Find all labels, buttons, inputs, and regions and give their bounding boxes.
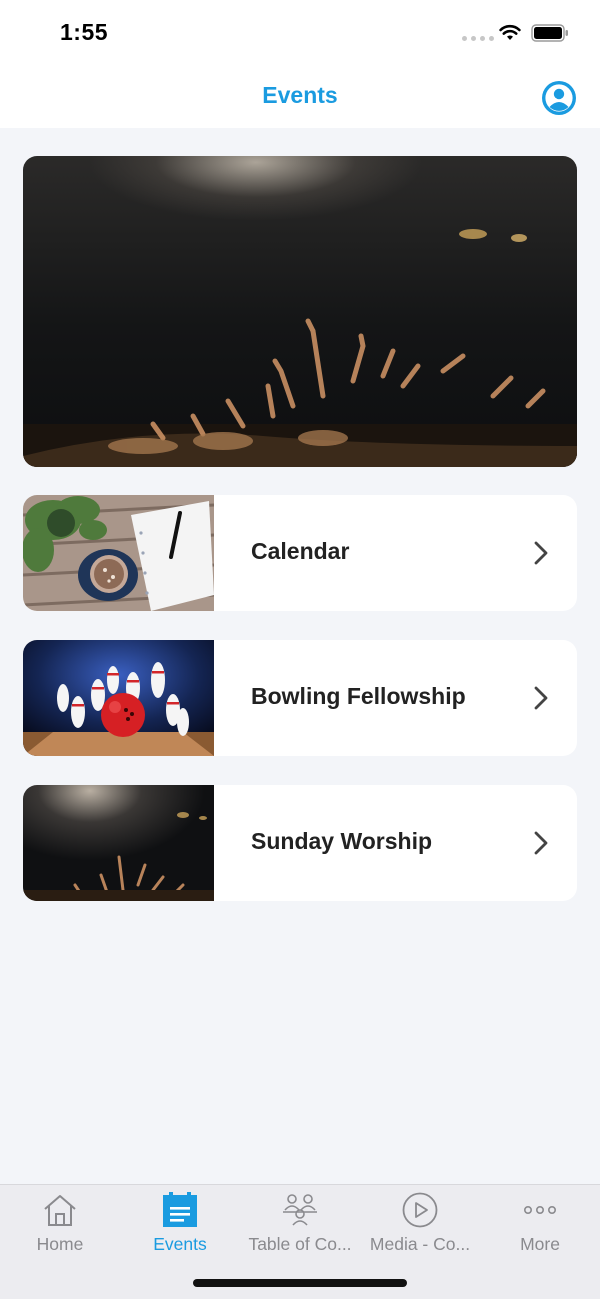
event-row-calendar[interactable]: Calendar bbox=[23, 495, 577, 611]
worship-hands-illustration bbox=[23, 229, 577, 467]
home-indicator[interactable] bbox=[193, 1279, 407, 1287]
tab-home[interactable]: Home bbox=[0, 1185, 120, 1265]
events-screen: 1:55 Events Calendar Bowling Fellowship … bbox=[0, 0, 600, 1299]
status-time: 1:55 bbox=[60, 19, 109, 45]
chevron-right-icon bbox=[534, 686, 548, 710]
tab-label-table-of-contents: Table of Co... bbox=[248, 1234, 352, 1254]
wifi-icon bbox=[499, 24, 521, 40]
calendar-thumbnail bbox=[23, 495, 214, 611]
chevron-right-icon bbox=[534, 541, 548, 565]
nav-bar: Events bbox=[0, 66, 600, 128]
tab-more[interactable]: More bbox=[480, 1185, 600, 1265]
calendar-icon bbox=[163, 1192, 197, 1227]
profile-icon[interactable] bbox=[541, 80, 577, 116]
tab-media[interactable]: Media - Co... bbox=[360, 1185, 480, 1265]
page-title: Events bbox=[262, 82, 338, 108]
event-label-bowling-fellowship: Bowling Fellowship bbox=[251, 683, 466, 709]
more-dots-icon bbox=[523, 1206, 556, 1215]
tab-table-of-contents[interactable]: Table of Co... bbox=[240, 1185, 360, 1265]
event-label-sunday-worship: Sunday Worship bbox=[251, 828, 433, 854]
home-icon bbox=[44, 1195, 76, 1226]
status-bar: 1:55 bbox=[0, 0, 600, 66]
bowling-thumbnail bbox=[23, 640, 214, 756]
event-row-bowling-fellowship[interactable]: Bowling Fellowship bbox=[23, 640, 577, 756]
tab-label-more: More bbox=[520, 1234, 560, 1254]
event-label-calendar: Calendar bbox=[251, 538, 350, 564]
chevron-right-icon bbox=[534, 831, 548, 855]
tab-events[interactable]: Events bbox=[120, 1185, 240, 1265]
tab-label-events: Events bbox=[153, 1234, 207, 1254]
tab-label-media: Media - Co... bbox=[369, 1234, 471, 1254]
play-circle-icon bbox=[402, 1192, 438, 1228]
battery-icon bbox=[531, 24, 568, 42]
cellular-signal-icon bbox=[462, 36, 494, 41]
hero-banner-image[interactable] bbox=[23, 156, 577, 467]
tab-label-home: Home bbox=[36, 1234, 84, 1254]
sunday-worship-thumbnail bbox=[23, 785, 214, 901]
event-row-sunday-worship[interactable]: Sunday Worship bbox=[23, 785, 577, 901]
people-group-icon bbox=[283, 1194, 317, 1226]
